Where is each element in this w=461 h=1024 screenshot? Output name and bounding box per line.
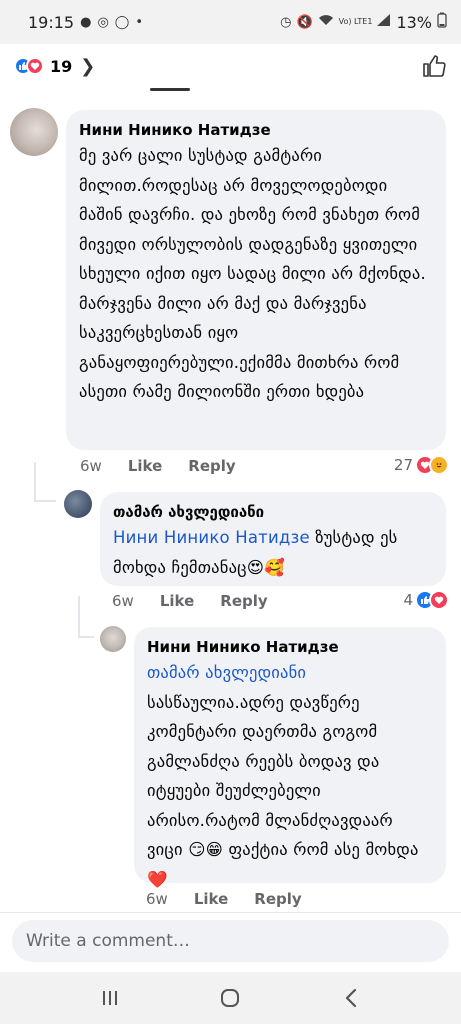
comment-actions: 6w Like Reply xyxy=(146,890,302,908)
app-icon: ◎ xyxy=(97,14,109,30)
comment-author[interactable]: Нини Нинико Натидзе xyxy=(79,119,433,141)
avatar[interactable] xyxy=(64,490,92,518)
home-icon xyxy=(221,989,240,1007)
comment-text: სასწაულია.ადრე დავწერე კომენტარი დაერთმა… xyxy=(147,692,419,860)
comment-reactions[interactable]: 27 xyxy=(394,455,449,475)
like-outline-icon[interactable] xyxy=(421,53,447,79)
thread-line xyxy=(34,500,56,502)
emoji: ❤️ xyxy=(147,869,168,889)
recents-icon xyxy=(103,991,118,1005)
status-time: 19:15 xyxy=(28,12,75,32)
comment-time[interactable]: 6w xyxy=(112,592,134,610)
comment-bubble: თამარ ახვლედიანი Нини Нинико Натидзе ზუს… xyxy=(100,492,446,586)
comment-author[interactable]: თამარ ახვლედიანი xyxy=(113,501,433,523)
battery-icon xyxy=(437,12,447,32)
reaction-count: 27 xyxy=(393,456,413,474)
more-icon: • xyxy=(135,14,144,30)
home-button[interactable] xyxy=(210,978,250,1018)
like-button[interactable]: Like xyxy=(160,592,194,610)
like-button[interactable]: Like xyxy=(128,457,162,475)
love-icon xyxy=(26,57,44,75)
clipped-text-remnant xyxy=(150,84,210,92)
signal-icon xyxy=(377,14,391,30)
system-nav-bar xyxy=(0,972,461,1024)
reply-button[interactable]: Reply xyxy=(254,890,301,908)
network-label: Vo) LTE1 xyxy=(338,17,373,26)
reply-button[interactable]: Reply xyxy=(220,592,267,610)
comment-input[interactable] xyxy=(12,920,449,962)
comment-actions: 6w Like Reply xyxy=(80,457,236,475)
reaction-count: 4 xyxy=(403,591,413,609)
thread-line xyxy=(78,596,80,636)
comment-time[interactable]: 6w xyxy=(146,890,168,908)
wifi-icon xyxy=(318,14,334,30)
mute-icon: 🔇 xyxy=(296,14,313,30)
shield-icon: ◯ xyxy=(114,14,130,30)
reactions-summary[interactable]: 19 ❯ xyxy=(0,44,461,88)
mention-link[interactable]: თამარ ახვლედიანი xyxy=(147,663,306,682)
avatar[interactable] xyxy=(10,108,58,156)
comment-text: მე ვარ ცალი სუსტად გამტარი მილით.როდესაც… xyxy=(79,146,426,401)
comment-bubble: Нини Нинико Натидзе მე ვარ ცალი სუსტად გ… xyxy=(66,110,446,450)
comment-reactions[interactable]: 4 xyxy=(403,590,449,610)
like-button[interactable]: Like xyxy=(194,890,228,908)
comment-bubble: Нини Нинико Натидзе თამარ ახვლედიანი სას… xyxy=(134,627,446,889)
alarm-icon: ◷ xyxy=(280,14,292,30)
back-button[interactable] xyxy=(331,978,371,1018)
chevron-right-icon[interactable]: ❯ xyxy=(80,56,95,77)
love-icon xyxy=(429,590,449,610)
avatar[interactable] xyxy=(100,626,126,652)
thread-line xyxy=(34,462,36,500)
reply-button[interactable]: Reply xyxy=(188,457,235,475)
back-icon xyxy=(345,988,356,1008)
reaction-count: 19 xyxy=(50,56,73,76)
notification-icon: ● xyxy=(80,14,92,30)
comment-time[interactable]: 6w xyxy=(80,457,102,475)
comment-actions: 6w Like Reply xyxy=(112,592,268,610)
emoji: 😍🥰 xyxy=(246,557,285,577)
haha-icon xyxy=(429,455,449,475)
status-bar: 19:15 ● ◎ ◯ • ◷ 🔇 Vo) LTE1 13% xyxy=(0,0,461,44)
battery-percent: 13% xyxy=(396,12,432,32)
recents-button[interactable] xyxy=(90,978,130,1018)
mention-link[interactable]: Нини Нинико Натидзе xyxy=(113,528,310,547)
comment-composer-bar xyxy=(0,912,461,970)
comment-author[interactable]: Нини Нинико Натидзе xyxy=(147,636,433,658)
thread-line xyxy=(78,636,94,638)
